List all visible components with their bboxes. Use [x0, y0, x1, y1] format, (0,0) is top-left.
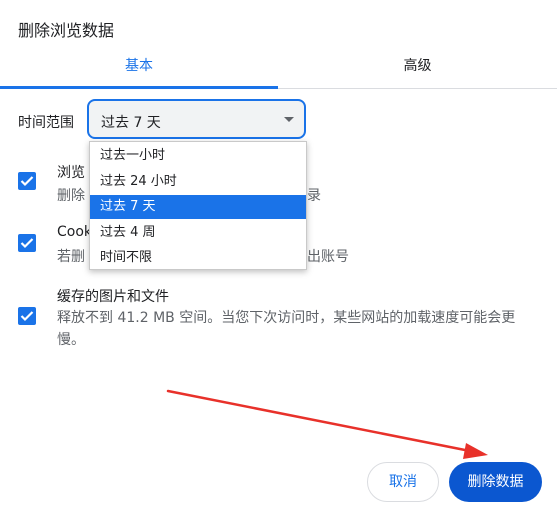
- cookies-title: Cook: [57, 224, 93, 240]
- dropdown-option-last-4-weeks[interactable]: 过去 4 周: [90, 221, 306, 245]
- time-range-selected-value: 过去 7 天: [101, 115, 161, 131]
- check-icon: [20, 176, 34, 187]
- cookies-desc-left: 若删: [57, 249, 85, 265]
- dropdown-option-last-7-days[interactable]: 过去 7 天: [90, 195, 306, 219]
- dropdown-option-all-time[interactable]: 时间不限: [90, 246, 306, 270]
- cache-title: 缓存的图片和文件: [57, 289, 169, 305]
- cookies-desc-right: 出账号: [307, 249, 349, 265]
- check-icon: [20, 311, 34, 322]
- dialog-title: 删除浏览数据: [18, 21, 115, 40]
- time-range-label: 时间范围: [18, 115, 74, 131]
- tab-bar: 基本 高级: [0, 50, 557, 89]
- cancel-button[interactable]: 取消: [367, 462, 439, 502]
- cache-desc: 释放不到 41.2 MB 空间。当您下次访问时，某些网站的加载速度可能会更慢。: [57, 310, 516, 348]
- cache-checkbox[interactable]: [18, 307, 36, 325]
- delete-data-button[interactable]: 删除数据: [449, 462, 542, 502]
- browsing-history-title: 浏览: [57, 165, 85, 181]
- tab-basic[interactable]: 基本: [0, 50, 278, 89]
- dropdown-option-last-hour[interactable]: 过去一小时: [90, 144, 306, 168]
- tab-advanced[interactable]: 高级: [278, 50, 557, 88]
- clear-browsing-data-dialog: 删除浏览数据 基本 高级 时间范围 过去 7 天 浏览 删除 录 Cook 若删…: [0, 0, 557, 514]
- time-range-dropdown-list: 过去一小时 过去 24 小时 过去 7 天 过去 4 周 时间不限: [89, 141, 307, 270]
- cookies-checkbox[interactable]: [18, 234, 36, 252]
- browsing-history-desc-left: 删除: [57, 188, 85, 204]
- dropdown-option-last-24-hours[interactable]: 过去 24 小时: [90, 170, 306, 194]
- browsing-history-checkbox[interactable]: [18, 172, 36, 190]
- time-range-select[interactable]: 过去 7 天: [87, 99, 306, 139]
- browsing-history-desc-right: 录: [307, 188, 321, 204]
- check-icon: [20, 238, 34, 249]
- dropdown-arrow-icon: [284, 117, 294, 122]
